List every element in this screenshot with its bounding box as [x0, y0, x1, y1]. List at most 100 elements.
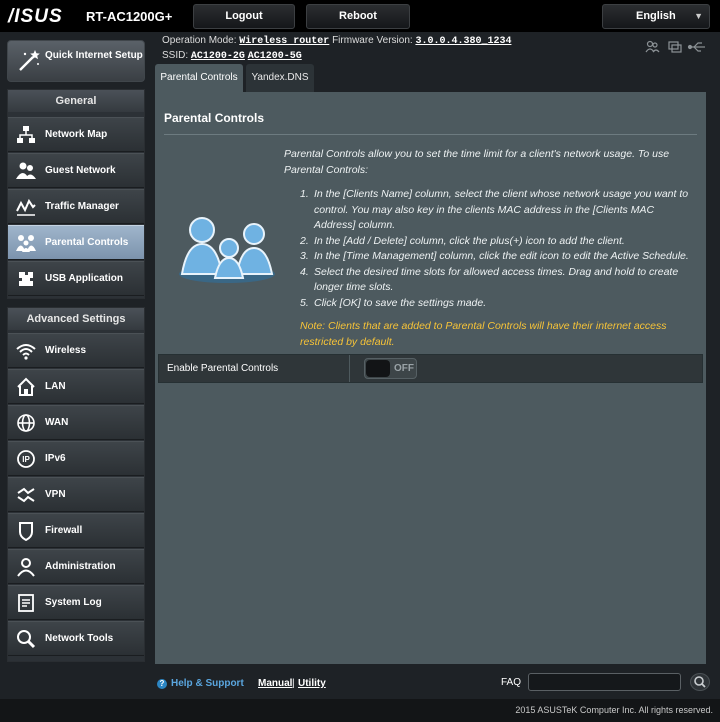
- usb-icon[interactable]: [687, 42, 706, 52]
- copyright-text: 2015 ASUSTeK Computer Inc. All rights re…: [515, 705, 713, 715]
- sidebar-item-usb-application[interactable]: USB Application: [8, 261, 144, 296]
- firewall-icon: [19, 522, 33, 541]
- sidebar-item-system-log[interactable]: System Log: [8, 585, 144, 620]
- firmware-link[interactable]: 3.0.0.4.380_1234: [415, 36, 511, 47]
- step-text: In the [Clients Name] column, select the…: [314, 188, 689, 231]
- step-text: Select the desired time slots for allowe…: [314, 265, 679, 294]
- step-text: In the [Add / Delete] column, click the …: [314, 234, 625, 247]
- sidebar-item-ipv6[interactable]: IP IPv6: [8, 441, 144, 476]
- magic-wand-icon: [19, 50, 40, 71]
- ssid-2g-link[interactable]: AC1200-2G: [191, 51, 245, 62]
- sidebar-item-label: Wireless: [45, 345, 87, 356]
- sidebar-item-network-tools[interactable]: Network Tools: [8, 621, 144, 656]
- search-icon: [694, 676, 706, 688]
- title-divider: [164, 134, 697, 135]
- network-map-icon: [17, 126, 35, 143]
- top-bar: /ISUS RT-AC1200G+ Logout Reboot English …: [0, 0, 720, 32]
- ssid-label: SSID:: [162, 50, 189, 61]
- sidebar-item-label: Network Map: [45, 129, 108, 140]
- ssid-5g-link[interactable]: AC1200-5G: [248, 51, 302, 62]
- network-tools-icon: [17, 630, 36, 649]
- sidebar-item-label: IPv6: [45, 453, 66, 464]
- sidebar-item-label: VPN: [45, 489, 66, 500]
- sidebar-item-wan[interactable]: WAN: [8, 405, 144, 440]
- instruction-step: 2. In the [Add / Delete] column, click th…: [300, 234, 695, 250]
- sidebar-item-label: WAN: [45, 417, 69, 428]
- intro-text: Parental Controls allow you to set the t…: [284, 148, 670, 176]
- sidebar-item-label: USB Application: [45, 273, 123, 284]
- wan-icon: [17, 414, 35, 432]
- reboot-button[interactable]: Reboot: [306, 4, 410, 29]
- family-illustration-icon: [179, 217, 275, 283]
- sidebar-item-wireless[interactable]: Wireless: [8, 333, 144, 368]
- enable-parental-controls-toggle[interactable]: OFF: [364, 358, 417, 379]
- step-text: Click [OK] to save the settings made.: [314, 296, 487, 309]
- instruction-step: 4. Select the desired time slots for allo…: [300, 265, 695, 296]
- step-number: 1.: [300, 188, 309, 200]
- utility-link[interactable]: Utility: [298, 678, 326, 689]
- network-icon[interactable]: [668, 41, 682, 53]
- advanced-settings-heading: Advanced Settings: [8, 308, 144, 330]
- sidebar-item-label: Firewall: [45, 525, 83, 536]
- asus-logo[interactable]: /ISUS: [8, 6, 63, 28]
- quick-internet-setup-button[interactable]: Quick Internet Setup: [7, 40, 145, 82]
- copyright-bar: 2015 ASUSTeK Computer Inc. All rights re…: [0, 699, 720, 722]
- sidebar-item-network-map[interactable]: Network Map: [8, 117, 144, 152]
- sidebar-item-label: Parental Controls: [45, 237, 129, 248]
- row-divider: [349, 355, 350, 382]
- clients-icon[interactable]: [645, 40, 660, 53]
- sidebar-item-parental-controls[interactable]: Parental Controls: [8, 225, 144, 260]
- ipv6-icon: IP: [17, 450, 35, 468]
- sidebar-item-vpn[interactable]: VPN: [8, 477, 144, 512]
- sidebar-item-guest-network[interactable]: Guest Network: [8, 153, 144, 188]
- model-name: RT-AC1200G+: [86, 9, 173, 24]
- manual-link[interactable]: Manual: [258, 678, 292, 689]
- operation-mode-label: Operation Mode:: [162, 35, 237, 46]
- enable-parental-controls-label: Enable Parental Controls: [167, 363, 279, 374]
- step-number: 2.: [300, 234, 309, 247]
- footer-separator: |: [292, 678, 295, 689]
- general-menu: General Network Map Guest Network Traffi…: [7, 89, 145, 299]
- vpn-icon: [17, 487, 35, 503]
- help-support-link[interactable]: Help & Support: [171, 678, 244, 689]
- sidebar-item-label: System Log: [45, 597, 102, 608]
- step-number: 3.: [300, 250, 309, 262]
- faq-label: FAQ: [501, 677, 522, 688]
- help-icon: ?: [157, 679, 167, 689]
- sidebar-item-label: Administration: [45, 561, 116, 572]
- sidebar-item-lan[interactable]: LAN: [8, 369, 144, 404]
- step-number: 4.: [300, 265, 309, 278]
- faq-search-input[interactable]: [528, 673, 681, 691]
- instruction-list: 1. In the [Clients Name] column, select t…: [300, 187, 695, 311]
- administration-icon: [17, 558, 35, 577]
- general-heading: General: [8, 90, 144, 112]
- instruction-step: 5. Click [OK] to save the settings made.: [300, 296, 695, 312]
- sidebar-item-firewall[interactable]: Firewall: [8, 513, 144, 548]
- sidebar-item-traffic-manager[interactable]: Traffic Manager: [8, 189, 144, 224]
- guest-network-icon: [16, 162, 36, 179]
- advanced-settings-menu: Advanced Settings Wireless LAN WAN IP IP…: [7, 307, 145, 662]
- router-admin-page: /ISUS RT-AC1200G+ Logout Reboot English …: [0, 0, 720, 722]
- wireless-icon: [16, 344, 36, 360]
- instruction-step: 1. In the [Clients Name] column, select t…: [300, 187, 695, 234]
- operation-mode-link[interactable]: Wireless router: [239, 36, 329, 47]
- language-value: English: [636, 10, 676, 22]
- step-text: In the [Time Management] column, click t…: [314, 250, 689, 262]
- sidebar-item-label: Network Tools: [45, 633, 114, 644]
- warning-note: Note: Clients that are added to Parental…: [300, 320, 667, 348]
- page-title: Parental Controls: [164, 111, 265, 125]
- tab-yandex-dns[interactable]: Yandex.DNS: [246, 64, 314, 92]
- logout-button[interactable]: Logout: [193, 4, 295, 29]
- parental-controls-icon: [16, 235, 36, 252]
- step-number: 5.: [300, 296, 309, 309]
- language-select[interactable]: English ▼: [602, 4, 710, 29]
- system-log-icon: [18, 594, 34, 612]
- usb-application-icon: [19, 272, 33, 286]
- enable-parental-controls-row: Enable Parental Controls OFF: [158, 354, 703, 383]
- faq-search-button[interactable]: [690, 673, 710, 691]
- sidebar-item-administration[interactable]: Administration: [8, 549, 144, 584]
- instruction-step: 3. In the [Time Management] column, click…: [300, 249, 695, 265]
- status-icons: [645, 40, 707, 54]
- status-info: Operation Mode: Wireless router Firmware…: [162, 34, 511, 64]
- tab-parental-controls[interactable]: Parental Controls: [155, 64, 243, 92]
